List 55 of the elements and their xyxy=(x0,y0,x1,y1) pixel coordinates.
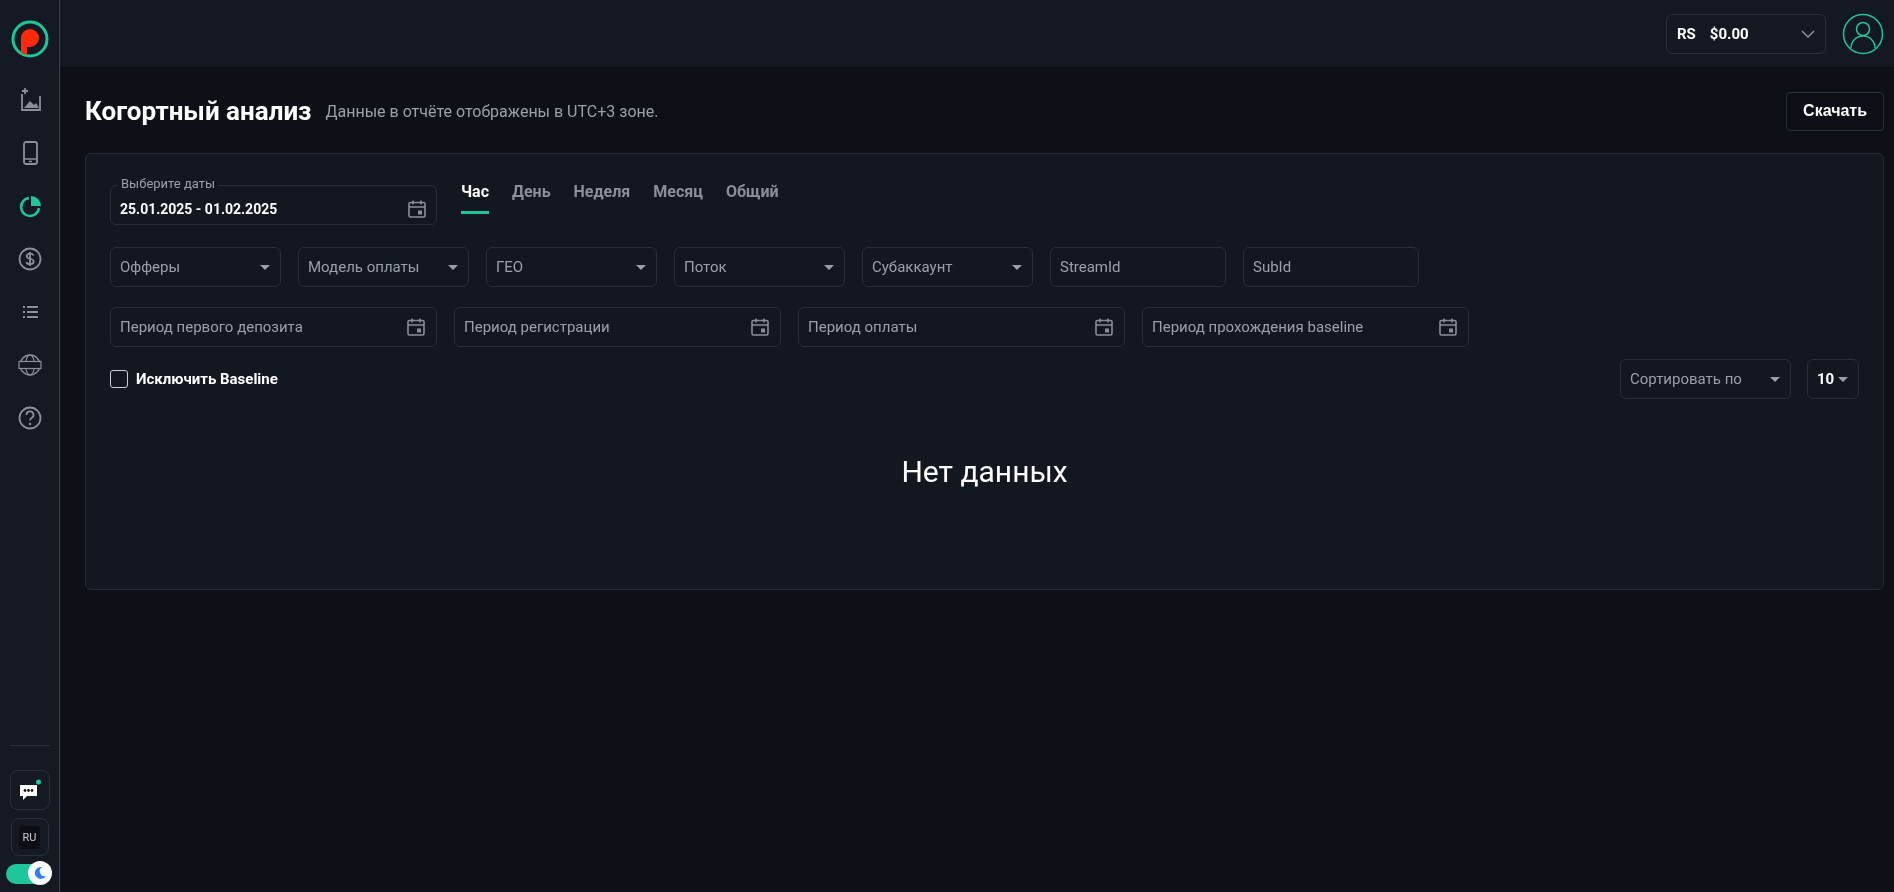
period-picker-field[interactable]: Период прохождения baseline xyxy=(1142,307,1469,347)
balance-dropdown[interactable]: RS $0.00 xyxy=(1666,13,1826,54)
period-tab[interactable]: Час xyxy=(461,178,489,214)
timezone-note: Данные в отчёте отображены в UTC+3 зоне. xyxy=(325,101,659,121)
pie-chart-icon[interactable] xyxy=(19,196,41,218)
calendar-icon xyxy=(750,317,770,337)
phone-icon[interactable] xyxy=(22,141,38,165)
period-picker-field[interactable]: Период первого депозита xyxy=(110,307,437,347)
empty-state-message: Нет данных xyxy=(900,454,1069,489)
checkbox[interactable] xyxy=(110,370,128,388)
caret-icon xyxy=(636,264,646,270)
caret-icon xyxy=(1838,376,1848,382)
filter-dropdown[interactable]: Поток xyxy=(674,247,845,287)
user-avatar-icon[interactable] xyxy=(1842,12,1884,55)
theme-toggle[interactable] xyxy=(5,864,50,884)
moon-icon xyxy=(32,866,47,880)
sort-dropdown[interactable]: Сортировать по xyxy=(1620,359,1791,399)
caret-icon xyxy=(1012,264,1022,270)
period-picker-field[interactable]: Период регистрации xyxy=(454,307,781,347)
download-button[interactable]: Скачать xyxy=(1786,91,1884,131)
language-button[interactable]: RU xyxy=(18,825,41,849)
filter-dropdown[interactable]: Модель оплаты xyxy=(298,247,469,287)
page-size-dropdown[interactable]: 10 xyxy=(1807,359,1859,399)
filter-dropdown[interactable]: Офферы xyxy=(110,247,281,287)
help-icon[interactable] xyxy=(18,406,41,430)
filter-dropdown[interactable]: ГЕО xyxy=(486,247,657,287)
filter-input[interactable]: StreamId xyxy=(1050,247,1226,287)
checkbox-label: Исключить Baseline xyxy=(136,370,278,388)
caret-icon xyxy=(448,264,458,270)
page-title: Когортный анализ xyxy=(85,96,312,126)
calendar-icon xyxy=(407,199,427,219)
chat-icon xyxy=(17,779,42,801)
calendar-icon xyxy=(406,317,426,337)
dollar-icon[interactable] xyxy=(18,247,41,271)
globe-icon[interactable] xyxy=(17,354,42,376)
balance-amount: $0.00 xyxy=(1709,24,1749,43)
list-icon[interactable] xyxy=(21,306,39,318)
date-range-field[interactable]: Выберите даты 25.01.2025 - 01.02.2025 xyxy=(110,176,437,225)
period-tab[interactable]: Месяц xyxy=(653,178,703,214)
caret-icon xyxy=(260,264,270,270)
filter-input[interactable]: SubId xyxy=(1243,247,1419,287)
calendar-icon xyxy=(1438,317,1458,337)
add-image-icon[interactable] xyxy=(20,87,41,111)
caret-icon xyxy=(824,264,834,270)
period-tab[interactable]: День xyxy=(512,178,551,214)
calendar-icon xyxy=(1094,317,1114,337)
chevron-down-icon xyxy=(1801,29,1815,38)
chat-button[interactable] xyxy=(9,770,50,810)
caret-icon xyxy=(1770,376,1780,382)
filter-dropdown[interactable]: Субаккаунт xyxy=(862,247,1033,287)
logo-icon[interactable] xyxy=(10,20,49,58)
period-picker-field[interactable]: Период оплаты xyxy=(798,307,1125,347)
currency-label: RS xyxy=(1677,24,1696,43)
period-tab[interactable]: Неделя xyxy=(573,178,631,214)
period-tab[interactable]: Общий xyxy=(725,178,779,214)
